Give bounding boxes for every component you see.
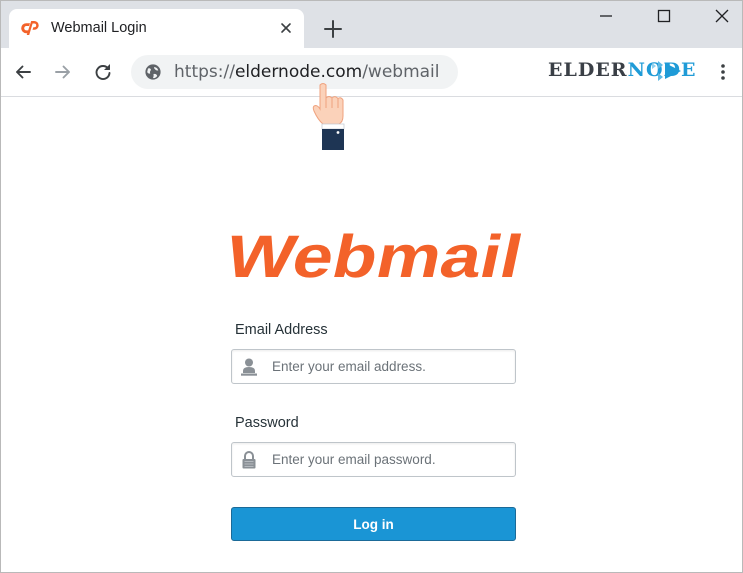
forward-arrow-icon[interactable]: [53, 62, 73, 82]
maximize-icon[interactable]: [656, 8, 672, 24]
kebab-menu-icon[interactable]: [713, 62, 733, 82]
email-label: Email Address: [235, 322, 328, 338]
email-field[interactable]: [231, 349, 516, 384]
tab-strip: Webmail Login: [1, 1, 742, 48]
address-bar[interactable]: https://eldernode.com/webmail: [131, 55, 458, 89]
hand-cursor-icon: [312, 83, 345, 150]
browser-window: Webmail Login https://eldernode.com/webm…: [0, 0, 743, 573]
brand-part1: ELDER: [548, 59, 628, 81]
email-input[interactable]: [268, 352, 516, 380]
password-label: Password: [235, 415, 299, 431]
new-tab-icon[interactable]: [322, 18, 344, 40]
close-window-icon[interactable]: [714, 8, 730, 24]
tab-webmail-login[interactable]: Webmail Login: [9, 9, 304, 48]
url-text[interactable]: https://eldernode.com/webmail: [174, 62, 440, 82]
webmail-logo: Webmail: [222, 225, 529, 287]
back-arrow-icon[interactable]: [13, 62, 33, 82]
browser-toolbar: https://eldernode.com/webmail ELDERNODE: [1, 48, 742, 97]
close-tab-icon[interactable]: [278, 20, 294, 36]
webmail-logo-text: Webmail: [222, 225, 529, 287]
lock-icon: [233, 444, 265, 475]
login-button[interactable]: Log in: [231, 507, 516, 541]
url-path: /webmail: [362, 62, 440, 82]
url-scheme: https://: [174, 62, 235, 82]
brand-arrows-icon: [652, 61, 681, 81]
globe-icon[interactable]: [144, 63, 162, 81]
password-input[interactable]: [268, 445, 516, 473]
password-field[interactable]: [231, 442, 516, 477]
tab-title: Webmail Login: [51, 20, 147, 36]
reload-icon[interactable]: [93, 62, 113, 82]
minimize-icon[interactable]: [598, 8, 614, 24]
cpanel-icon: [21, 21, 39, 35]
user-icon: [233, 351, 265, 382]
url-host: eldernode.com: [234, 62, 363, 82]
